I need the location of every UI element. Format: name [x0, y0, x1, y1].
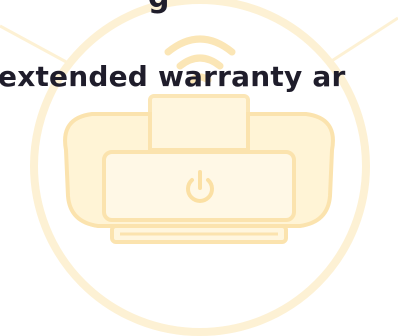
- decor-line-right: [329, 16, 398, 64]
- heading-top-fragment: g: [148, 0, 170, 15]
- printer-illustration: [0, 0, 398, 336]
- printer-icon: [63, 94, 335, 244]
- hero-panel: g extended warranty ar: [0, 0, 398, 336]
- heading-main-text: extended warranty ar: [0, 60, 346, 93]
- decor-line-left: [0, 24, 71, 66]
